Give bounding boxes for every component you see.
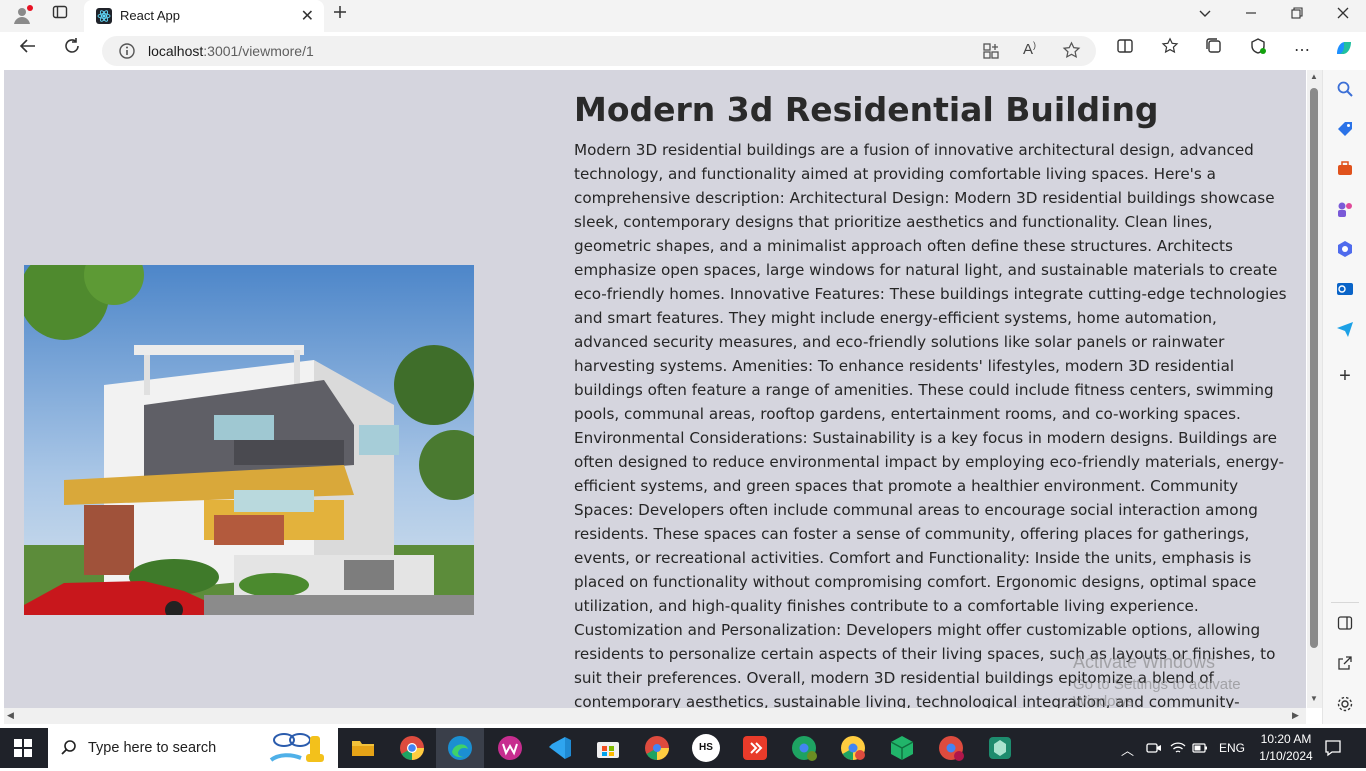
more-options-icon[interactable]: ⋯	[1288, 37, 1316, 65]
favorite-star-icon[interactable]	[1062, 41, 1081, 65]
building-image	[19, 245, 489, 619]
url-text: localhost:3001/viewmore/1	[148, 43, 314, 59]
tab-search-chevron-icon[interactable]	[1193, 4, 1217, 28]
edge-sidebar: +	[1322, 70, 1366, 724]
back-arrow-icon[interactable]	[14, 37, 42, 65]
chrome-profile-m-icon[interactable]	[790, 734, 818, 762]
horizontal-scrollbar[interactable]: ◀ ▶	[4, 708, 1306, 724]
new-tab-icon[interactable]	[328, 4, 352, 28]
site-info-icon[interactable]	[118, 42, 136, 65]
address-bar-row: localhost:3001/viewmore/1 A) ⋯	[0, 32, 1366, 70]
close-tab-icon[interactable]: ✕	[301, 6, 314, 26]
outlook-icon[interactable]	[1333, 280, 1357, 304]
tray-overflow-chevron-icon[interactable]: ︿	[1121, 740, 1134, 759]
file-explorer-icon[interactable]	[349, 734, 377, 762]
chrome-profile-icon[interactable]	[643, 734, 671, 762]
taskbar-search-box[interactable]: Type here to search	[48, 728, 338, 768]
read-aloud-icon[interactable]: A)	[1023, 40, 1036, 58]
clock-time[interactable]: 10:20 AM	[1258, 732, 1314, 746]
clock-date[interactable]: 1/10/2024	[1258, 749, 1314, 763]
meet-now-icon[interactable]	[1146, 740, 1162, 759]
chrome-profile-alt-icon[interactable]	[839, 734, 867, 762]
anydesk-icon[interactable]	[741, 734, 769, 762]
wps-office-icon[interactable]	[496, 734, 524, 762]
tab-title: React App	[120, 8, 180, 23]
windows-start-icon[interactable]	[14, 739, 32, 762]
windows-taskbar: Type here to search HS ︿ ENG 10:20 AM 1/…	[0, 728, 1366, 768]
wifi-icon[interactable]	[1170, 740, 1186, 759]
battery-icon[interactable]	[1192, 741, 1208, 758]
favorites-icon[interactable]	[1156, 37, 1184, 65]
refresh-icon[interactable]	[58, 37, 86, 65]
restore-icon[interactable]	[1285, 4, 1309, 28]
games-icon[interactable]	[1333, 200, 1357, 224]
scroll-down-icon[interactable]: ▼	[1310, 694, 1318, 703]
edge-icon[interactable]	[446, 734, 474, 762]
open-external-icon[interactable]	[1333, 655, 1357, 679]
collections-icon[interactable]	[1200, 37, 1228, 65]
microsoft-365-icon[interactable]	[1333, 240, 1357, 264]
building-description: Modern 3D residential buildings are a fu…	[574, 141, 1287, 708]
profile-icon[interactable]	[10, 4, 34, 28]
react-icon	[96, 8, 112, 24]
url-host: localhost	[148, 43, 204, 59]
url-field[interactable]: localhost:3001/viewmore/1 A)	[102, 36, 1096, 66]
activate-windows-subtitle: Go to Settings to activate Windows.	[1073, 676, 1241, 708]
search-icon[interactable]	[1333, 80, 1357, 104]
split-screen-icon[interactable]	[1111, 37, 1139, 65]
app-available-icon[interactable]	[982, 42, 1000, 65]
hide-sidebar-icon[interactable]	[1333, 615, 1357, 639]
cube-app-icon[interactable]	[888, 734, 916, 762]
copilot-icon[interactable]	[1330, 37, 1358, 65]
vertical-scroll-thumb[interactable]	[1310, 88, 1318, 648]
scroll-right-icon[interactable]: ▶	[1292, 710, 1299, 721]
hs-app-icon[interactable]: HS	[692, 734, 720, 762]
vscode-icon[interactable]	[545, 734, 573, 762]
page-title: Modern 3d Residential Building	[574, 90, 1159, 129]
drop-icon[interactable]	[1333, 320, 1357, 344]
taskbar-search-icon	[60, 739, 78, 762]
taskbar-search-placeholder: Type here to search	[88, 740, 217, 756]
browser-essentials-icon[interactable]	[1244, 37, 1272, 65]
add-sidebar-app-icon[interactable]: +	[1333, 364, 1357, 388]
green-app-icon[interactable]	[986, 734, 1014, 762]
tab-strip: React App ✕	[0, 0, 1366, 32]
activate-windows-title: Activate Windows	[1073, 652, 1216, 672]
vertical-scrollbar[interactable]: ▲ ▼	[1307, 70, 1322, 708]
notification-center-icon[interactable]	[1324, 739, 1342, 760]
tab-actions-icon[interactable]	[48, 4, 72, 28]
shopping-tag-icon[interactable]	[1333, 120, 1357, 144]
url-path: :3001/viewmore/1	[203, 43, 314, 59]
search-highlight-icon	[266, 730, 330, 771]
minimize-icon[interactable]	[1239, 4, 1263, 28]
microsoft-store-icon[interactable]	[594, 734, 622, 762]
close-window-icon[interactable]	[1331, 4, 1355, 28]
tools-briefcase-icon[interactable]	[1333, 160, 1357, 184]
page-content: Modern 3d Residential Building Modern 3D…	[4, 70, 1306, 708]
sidebar-divider	[1331, 602, 1359, 603]
settings-gear-icon[interactable]	[1333, 695, 1357, 719]
chrome-profile-red-icon[interactable]	[937, 734, 965, 762]
scroll-up-icon[interactable]: ▲	[1310, 72, 1318, 81]
chrome-icon[interactable]	[398, 734, 426, 762]
tab-react-app[interactable]: React App ✕	[84, 0, 324, 32]
language-indicator[interactable]: ENG	[1219, 741, 1245, 755]
scroll-left-icon[interactable]: ◀	[7, 710, 14, 721]
